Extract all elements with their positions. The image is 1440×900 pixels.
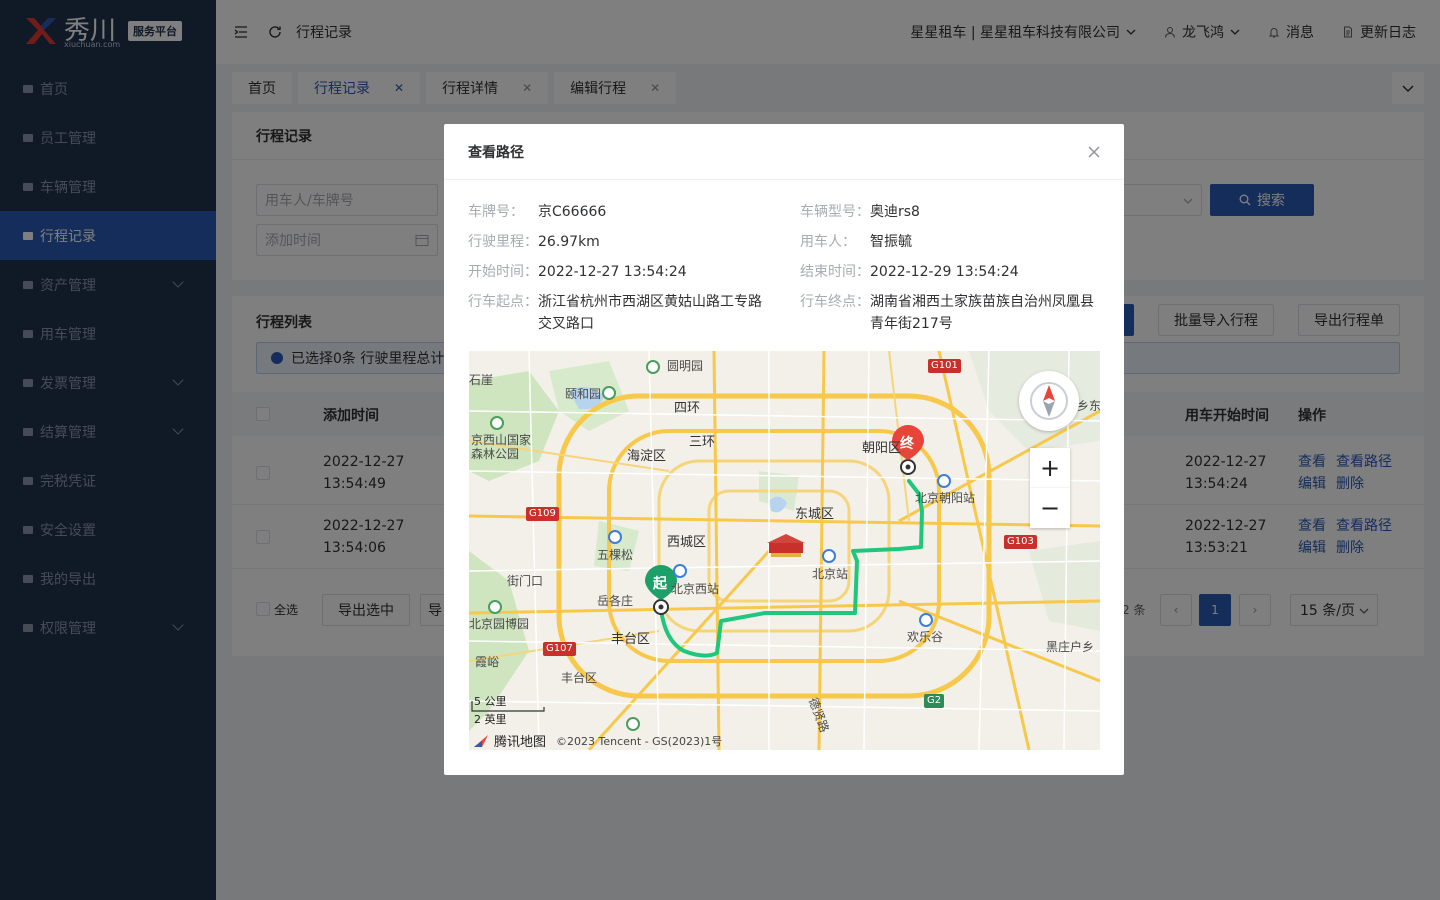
- map-label: 京西山国家森林公园: [471, 433, 532, 461]
- field-value: 智振毓: [870, 234, 912, 250]
- map-label: 北京园博园: [469, 617, 530, 631]
- field-mileage: 行驶里程：26.97km: [468, 231, 600, 253]
- map-label: 丰台区: [611, 632, 651, 647]
- compass-control[interactable]: [1019, 371, 1079, 431]
- field-value: 26.97km: [538, 234, 600, 250]
- field-start-point: 行车起点： 浙江省杭州市西湖区黄姑山路工专路交叉路口: [468, 291, 778, 335]
- tencent-map-logo-icon: [474, 734, 488, 747]
- road-shield: G103: [1004, 535, 1037, 549]
- map-label: 欢乐谷: [907, 630, 944, 644]
- field-label: 行驶里程：: [468, 234, 538, 250]
- map-label: 丰台区: [561, 671, 598, 685]
- road-shield: G2: [924, 694, 945, 708]
- zoom-in-button[interactable]: +: [1030, 448, 1070, 488]
- map-label: 五棵松: [597, 548, 634, 562]
- map-label: 霞峪: [475, 655, 500, 669]
- field-end-point: 行车终点： 湖南省湘西土家族苗族自治州凤凰县青年街217号: [800, 291, 1110, 335]
- field-end-time: 结束时间：2022-12-29 13:54:24: [800, 261, 1019, 283]
- map-label: 乡东: [1077, 399, 1100, 413]
- map-label: 四环: [674, 401, 701, 416]
- compass-icon: [1030, 382, 1068, 420]
- map-label: 石崖: [469, 373, 494, 387]
- scale-km: 5 公里: [474, 695, 507, 708]
- end-pin-label: 终: [900, 436, 914, 452]
- field-value: 京C66666: [538, 204, 607, 220]
- map-label: 北京朝阳站: [915, 491, 976, 505]
- view-route-dialog: 查看路径 车牌号： 京C66666 车辆型号：奥迪rs8 行驶里程：26.97km…: [444, 124, 1124, 775]
- dialog-title: 查看路径: [444, 124, 1124, 180]
- field-label: 用车人：: [800, 234, 856, 250]
- route-map[interactable]: 圆明园 颐和园 四环 三环 海淀区 朝阳区 京西山国家森林公园 东城区 西城区 …: [469, 351, 1100, 750]
- map-label: 颐和园: [565, 387, 602, 401]
- map-brand: 腾讯地图 ©2023 Tencent - GS(2023)1号: [472, 731, 722, 750]
- field-start-time: 开始时间：2022-12-27 13:54:24: [468, 261, 687, 283]
- road-shield: G101: [928, 359, 961, 373]
- road-shield: G109: [526, 507, 559, 521]
- map-label: 三环: [689, 435, 716, 450]
- field-value: 湖南省湘西土家族苗族自治州凤凰县青年街217号: [870, 294, 1094, 332]
- field-model: 车辆型号：奥迪rs8: [800, 201, 920, 223]
- field-label: 行车终点：: [800, 294, 870, 310]
- map-label: 黑庄户乡: [1046, 640, 1095, 654]
- scale-mi: 2 英里: [474, 713, 507, 726]
- map-label: 朝阳区: [862, 441, 902, 456]
- field-plate: 车牌号： 京C66666: [468, 201, 606, 223]
- field-label: 结束时间：: [800, 264, 870, 280]
- field-value: 奥迪rs8: [870, 204, 920, 220]
- field-value: 2022-12-27 13:54:24: [538, 264, 687, 280]
- map-label: 圆明园: [667, 359, 704, 373]
- map-label: 北京西站: [671, 582, 720, 596]
- road-shield: G107: [543, 642, 576, 656]
- field-label: 车辆型号：: [800, 204, 870, 220]
- map-copyright: ©2023 Tencent - GS(2023)1号: [556, 734, 723, 748]
- map-base: [469, 351, 1100, 750]
- zoom-out-button[interactable]: −: [1030, 488, 1070, 528]
- map-label: 北京站: [812, 567, 849, 581]
- field-value: 2022-12-29 13:54:24: [870, 264, 1019, 280]
- map-brand-text: 腾讯地图: [494, 735, 547, 750]
- field-label: 开始时间：: [468, 264, 538, 280]
- map-label: 海淀区: [627, 449, 667, 464]
- field-label: 车牌号：: [468, 204, 524, 220]
- map-label: 岳各庄: [597, 594, 634, 608]
- map-label: 街门口: [507, 574, 544, 588]
- map-label: 东城区: [795, 507, 835, 522]
- field-value: 浙江省杭州市西湖区黄姑山路工专路交叉路口: [538, 294, 762, 332]
- field-label: 行车起点：: [468, 294, 538, 310]
- start-pin-label: 起: [653, 576, 667, 592]
- field-driver: 用车人： 智振毓: [800, 231, 912, 253]
- close-icon[interactable]: [1086, 144, 1102, 160]
- map-label: 西城区: [667, 535, 707, 550]
